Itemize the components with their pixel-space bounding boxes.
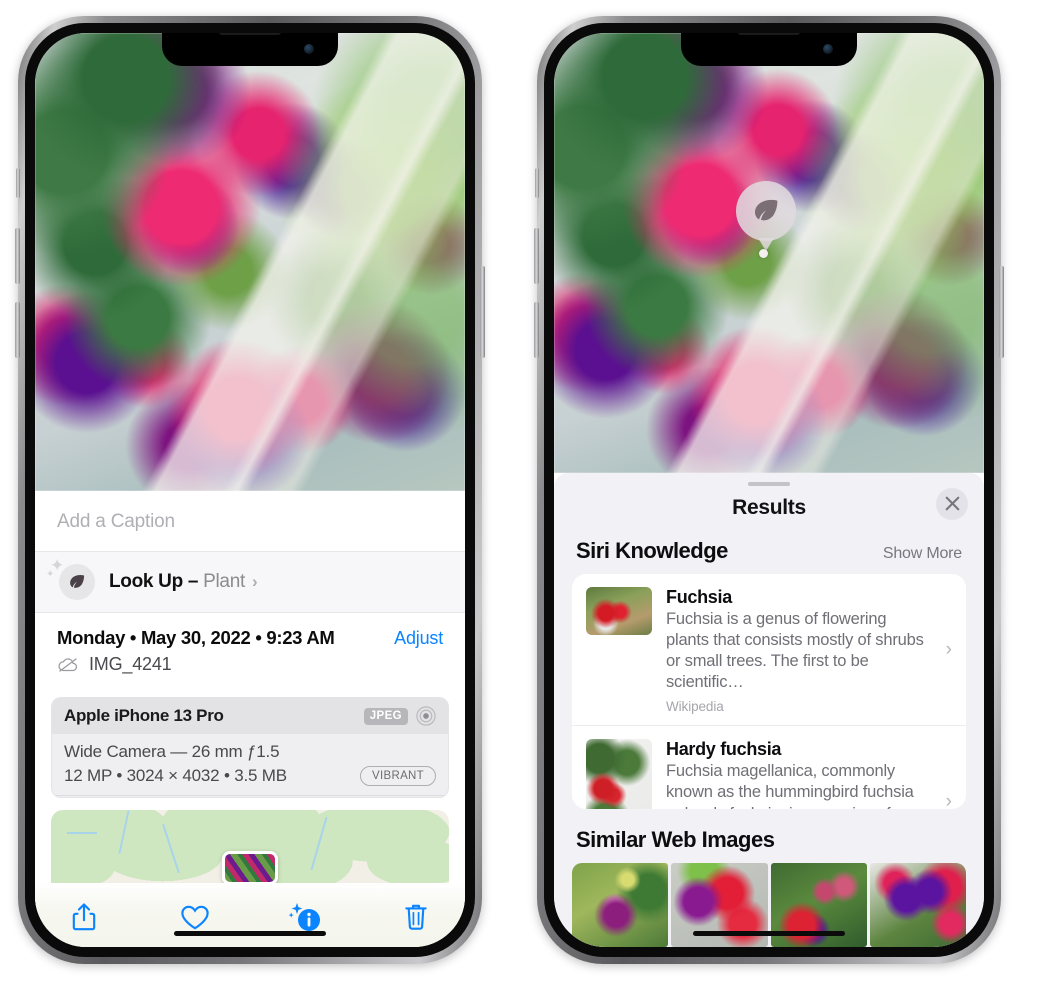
list-item[interactable]: Fuchsia Fuchsia is a genus of flowering …	[572, 574, 966, 725]
look-up-dash: –	[182, 571, 204, 592]
metadata-header: Apple iPhone 13 Pro JPEG	[52, 698, 448, 734]
power-button[interactable]	[480, 266, 485, 358]
map-road	[162, 823, 181, 874]
close-button[interactable]	[936, 487, 968, 520]
camera-metadata-card[interactable]: Apple iPhone 13 Pro JPEG Wide Camera — 2…	[51, 697, 449, 798]
volume-down-button[interactable]	[15, 302, 20, 358]
notch	[162, 33, 338, 66]
sparkle-small-icon: ✦	[46, 569, 55, 580]
file-line: IMG_4241	[57, 654, 443, 675]
silent-switch[interactable]	[16, 168, 20, 198]
photographic-style-badge: VIBRANT	[360, 766, 436, 786]
results-sheet: Results Siri Knowledge Show More Fuchsia…	[554, 473, 984, 947]
trash-icon	[405, 904, 427, 930]
chevron-right-icon: ›	[945, 638, 952, 660]
knowledge-body: Fuchsia Fuchsia is a genus of flowering …	[666, 587, 952, 714]
sheet-header: Results	[554, 486, 984, 536]
metadata-body: Wide Camera — 26 mm ƒ1.5 12 MP • 3024 × …	[52, 734, 448, 795]
metadata-header-right: JPEG	[363, 706, 436, 726]
leaf-icon	[754, 199, 778, 221]
date-block: Monday • May 30, 2022 • 9:23 AM Adjust I…	[35, 612, 465, 685]
close-icon	[945, 497, 959, 511]
resolution-info: 12 MP • 3024 × 4032 • 3.5 MB	[64, 766, 287, 785]
front-camera	[823, 44, 833, 54]
location-map[interactable]	[51, 809, 449, 883]
delete-button[interactable]	[393, 897, 439, 937]
similar-web-images-header: Similar Web Images	[554, 809, 984, 861]
photo-info-panel: Add a Caption ✦ ✦ Look Up – Plant › Mond…	[35, 491, 465, 947]
iphone-right-device: Results Siri Knowledge Show More Fuchsia…	[534, 16, 1004, 964]
silent-switch[interactable]	[535, 168, 539, 198]
knowledge-source: Wikipedia	[666, 699, 724, 715]
chevron-right-icon: ›	[251, 572, 258, 591]
siri-knowledge-header: Siri Knowledge Show More	[554, 536, 984, 574]
fuchsia-photo	[554, 33, 984, 473]
photo-datetime: Monday • May 30, 2022 • 9:23 AM	[57, 627, 335, 648]
map-photo-pin[interactable]	[222, 851, 278, 883]
home-indicator[interactable]	[174, 930, 326, 936]
power-button[interactable]	[999, 266, 1004, 358]
notch	[681, 33, 857, 66]
left-screen: Add a Caption ✦ ✦ Look Up – Plant › Mond…	[35, 33, 465, 947]
device-bezel: Add a Caption ✦ ✦ Look Up – Plant › Mond…	[25, 23, 475, 957]
photo-view[interactable]	[35, 33, 465, 491]
map-road	[118, 809, 130, 854]
share-button[interactable]	[61, 897, 107, 937]
visual-lookup-bubble[interactable]	[736, 181, 796, 251]
earpiece-speaker	[738, 33, 800, 35]
iphone-left-device: Add a Caption ✦ ✦ Look Up – Plant › Mond…	[15, 16, 485, 964]
exif-row: ISO 50 26 mm 0 ev ƒ1.5 1/181 s	[52, 795, 448, 797]
device-name: Apple iPhone 13 Pro	[64, 706, 224, 725]
show-more-button[interactable]: Show More	[883, 545, 962, 563]
knowledge-title: Hardy fuchsia	[666, 739, 782, 760]
volume-down-button[interactable]	[534, 302, 539, 358]
leaf-icon: ✦ ✦	[46, 557, 95, 600]
front-camera	[304, 44, 314, 54]
heart-icon	[180, 905, 209, 929]
share-icon	[72, 903, 96, 931]
knowledge-title: Fuchsia	[666, 586, 732, 607]
knowledge-description: Fuchsia magellanica, commonly known as t…	[666, 762, 914, 809]
knowledge-thumbnail	[586, 739, 652, 809]
knowledge-card-list: Fuchsia Fuchsia is a genus of flowering …	[572, 573, 966, 809]
look-up-label: Look Up – Plant ›	[109, 571, 258, 593]
list-item[interactable]: Hardy fuchsia Fuchsia magellanica, commo…	[572, 725, 966, 809]
knowledge-body: Hardy fuchsia Fuchsia magellanica, commo…	[666, 739, 952, 809]
look-up-row[interactable]: ✦ ✦ Look Up – Plant ›	[35, 551, 465, 612]
icloud-slash-icon	[58, 657, 78, 672]
earpiece-speaker	[219, 33, 281, 35]
photo-view[interactable]	[554, 33, 984, 473]
chevron-right-icon: ›	[945, 791, 952, 809]
adjust-button[interactable]: Adjust	[394, 628, 443, 649]
format-badge: JPEG	[363, 707, 408, 725]
info-sparkle-icon	[288, 903, 321, 931]
fuchsia-photo	[35, 33, 465, 491]
look-up-subject: Plant	[203, 571, 245, 592]
right-screen: Results Siri Knowledge Show More Fuchsia…	[554, 33, 984, 947]
caption-row[interactable]: Add a Caption	[35, 491, 465, 551]
lens-info: Wide Camera — 26 mm ƒ1.5	[64, 742, 280, 761]
web-image-thumbnail[interactable]	[572, 863, 669, 947]
volume-up-button[interactable]	[534, 228, 539, 284]
knowledge-description: Fuchsia is a genus of flowering plants t…	[666, 609, 924, 692]
visual-lookup-anchor-dot	[759, 249, 768, 258]
screenshot-stage: Add a Caption ✦ ✦ Look Up – Plant › Mond…	[0, 0, 1055, 985]
hdr-circle-icon	[416, 706, 436, 726]
device-bezel: Results Siri Knowledge Show More Fuchsia…	[544, 23, 994, 957]
file-name: IMG_4241	[89, 654, 172, 674]
volume-up-button[interactable]	[15, 228, 20, 284]
date-line: Monday • May 30, 2022 • 9:23 AM Adjust	[57, 627, 443, 649]
caption-input[interactable]: Add a Caption	[57, 511, 443, 533]
sheet-title: Results	[732, 495, 806, 519]
home-indicator[interactable]	[693, 930, 845, 936]
section-title-similar-web-images: Similar Web Images	[576, 827, 775, 852]
map-road	[66, 831, 97, 834]
web-image-thumbnail[interactable]	[869, 863, 966, 947]
resolution-row: 12 MP • 3024 × 4032 • 3.5 MB VIBRANT	[64, 766, 436, 786]
knowledge-thumbnail	[586, 586, 652, 635]
section-title-siri-knowledge: Siri Knowledge	[576, 537, 728, 563]
look-up-title: Look Up	[109, 571, 183, 592]
map-road	[310, 816, 328, 870]
photo-toolbar	[35, 883, 465, 947]
